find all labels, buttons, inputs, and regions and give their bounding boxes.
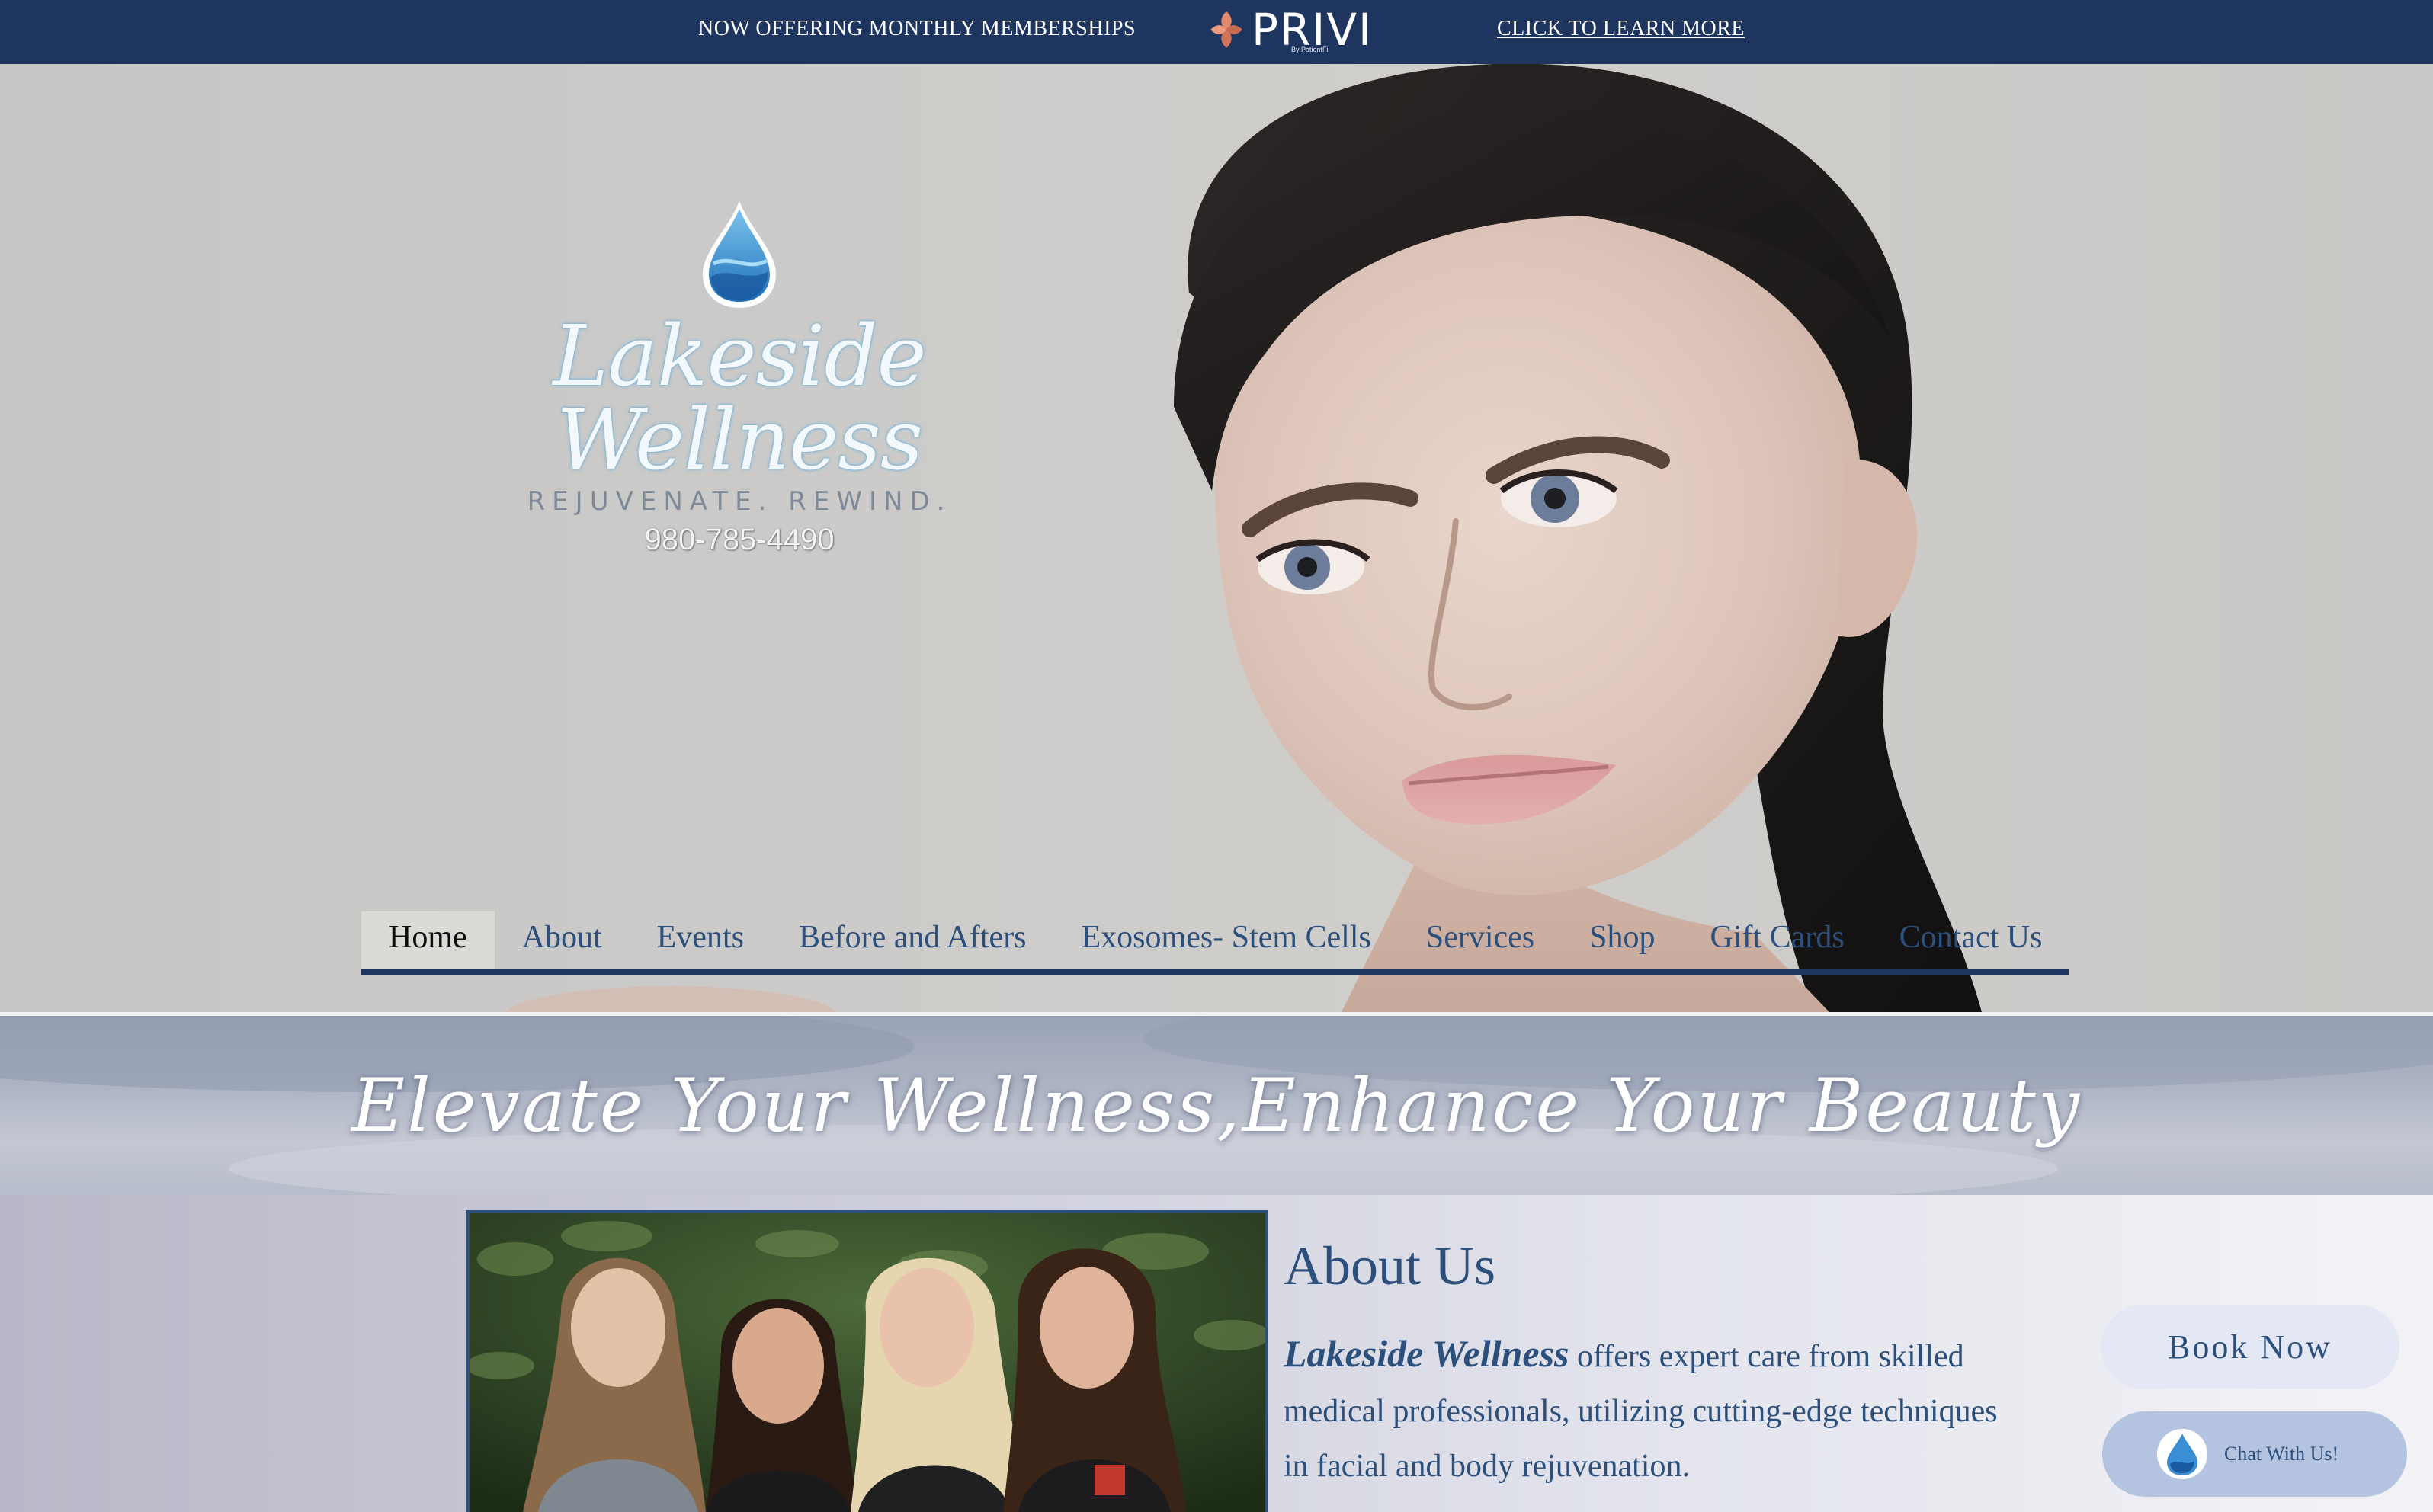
banner-title: Elevate Your Wellness,Enhance Your Beaut… bbox=[351, 1063, 2082, 1148]
nav-item-events[interactable]: Events bbox=[630, 911, 771, 969]
chat-button[interactable]: Chat With Us! bbox=[2102, 1411, 2407, 1497]
book-now-button[interactable]: Book Now bbox=[2101, 1305, 2399, 1389]
water-drop-chat-icon bbox=[2157, 1429, 2207, 1479]
chat-label: Chat With Us! bbox=[2224, 1443, 2339, 1465]
promo-text: NOW OFFERING MONTHLY MEMBERSHIPS bbox=[698, 17, 1136, 40]
phone-number[interactable]: 980-785-4490 bbox=[450, 523, 1029, 557]
team-photo-image bbox=[470, 1213, 1265, 1512]
about-brand: Lakeside Wellness bbox=[1284, 1332, 1569, 1375]
team-photo bbox=[466, 1210, 1268, 1512]
logo-tagline: REJUVENATE. REWIND. bbox=[527, 486, 952, 517]
promo-bar: NOW OFFERING MONTHLY MEMBERSHIPS PRIVI B… bbox=[0, 0, 2433, 64]
about-section: About Us Lakeside Wellness offers expert… bbox=[0, 1195, 2433, 1512]
nav-item-contact-us[interactable]: Contact Us bbox=[1872, 911, 2070, 969]
nav-item-about[interactable]: About bbox=[495, 911, 630, 969]
nav-item-exosomes-stem-cells[interactable]: Exosomes- Stem Cells bbox=[1054, 911, 1399, 969]
water-drop-icon bbox=[703, 201, 776, 308]
nav-item-before-and-afters[interactable]: Before and Afters bbox=[771, 911, 1054, 969]
nav-item-gift-cards[interactable]: Gift Cards bbox=[1683, 911, 1872, 969]
privi-subtitle: By PatientFi bbox=[1291, 46, 1329, 53]
water-drop-icon bbox=[2167, 1434, 2197, 1475]
site-logo[interactable]: Lakeside Wellness REJUVENATE. REWIND. 98… bbox=[450, 198, 1029, 557]
about-title: About Us bbox=[1284, 1235, 1496, 1296]
hero-portrait-image bbox=[505, 64, 1982, 1012]
nav-item-shop[interactable]: Shop bbox=[1562, 911, 1682, 969]
nav-item-home[interactable]: Home bbox=[361, 911, 495, 969]
privi-logo[interactable]: PRIVI By PatientFi bbox=[1210, 3, 1373, 56]
about-body: Lakeside Wellness offers expert care fro… bbox=[1284, 1326, 2000, 1494]
logo-name: Lakeside Wellness bbox=[553, 307, 927, 489]
main-nav: Home About Events Before and Afters Exos… bbox=[361, 911, 2069, 975]
tagline-banner: Elevate Your Wellness,Enhance Your Beaut… bbox=[0, 1012, 2433, 1195]
hero-section: Lakeside Wellness REJUVENATE. REWIND. 98… bbox=[0, 64, 2433, 1012]
learn-more-link[interactable]: CLICK TO LEARN MORE bbox=[1497, 17, 1745, 41]
nav-item-services[interactable]: Services bbox=[1399, 911, 1562, 969]
privi-flower-icon bbox=[1210, 11, 1242, 48]
